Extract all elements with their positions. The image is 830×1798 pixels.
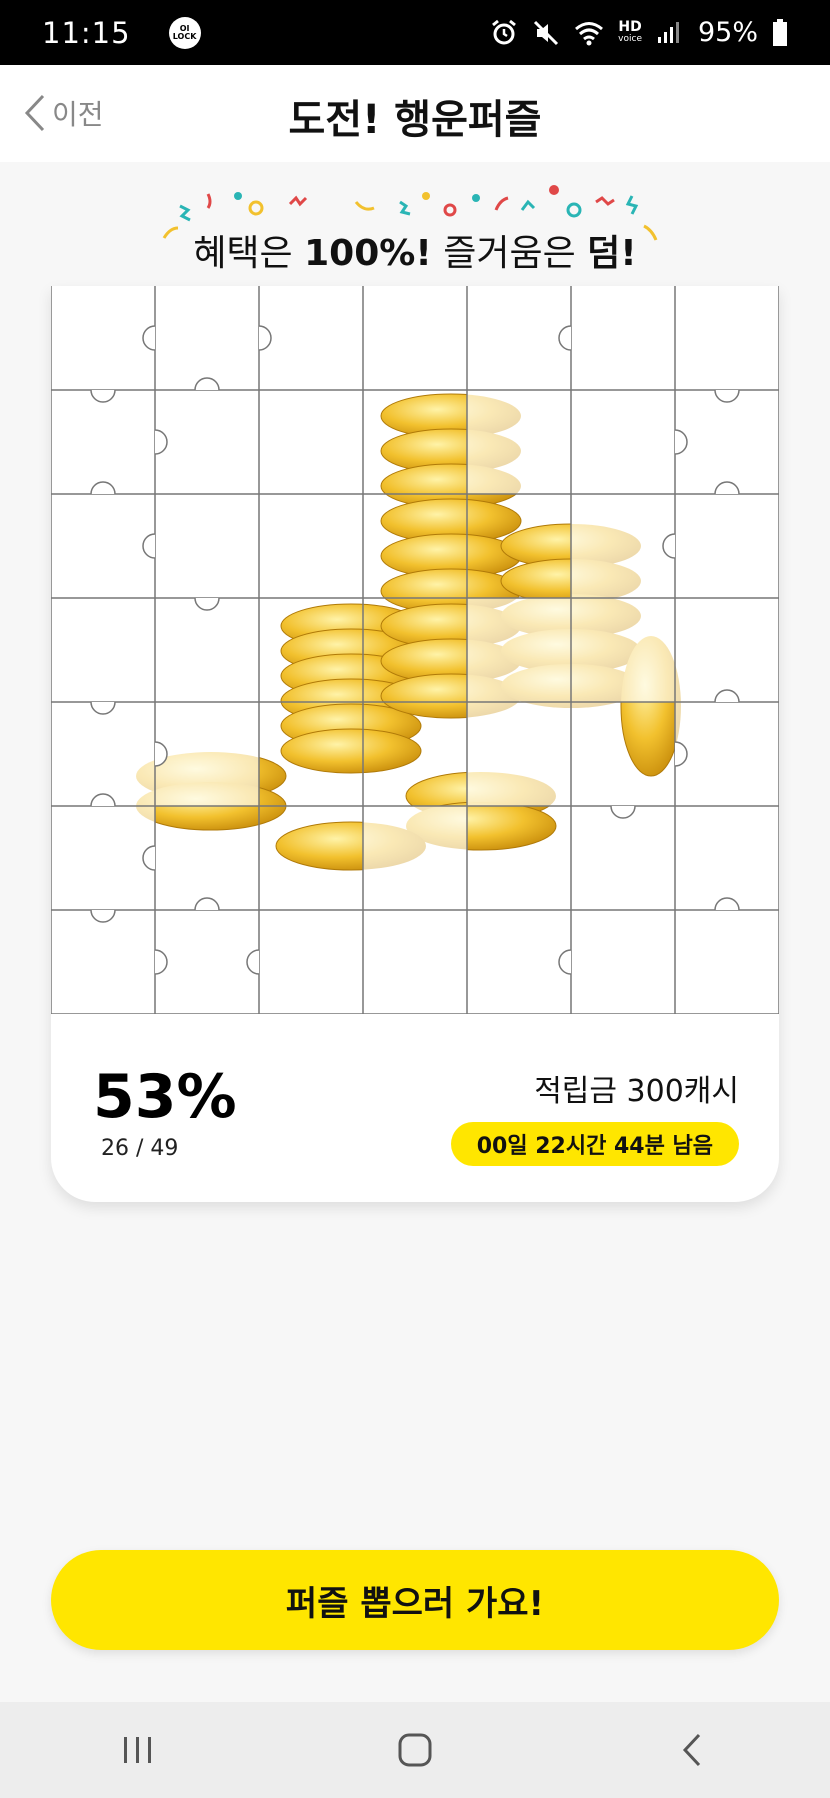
hd-voice-icon: HD voice [618,18,642,44]
app-header: 이전 도전! 행운퍼즐 [0,65,830,162]
status-icons: HD voice 95% [490,17,788,48]
progress-count: 26 / 49 [101,1136,179,1161]
time-remaining-badge: 00일 22시간 44분 남음 [450,1122,739,1166]
back-nav-button[interactable] [632,1710,752,1790]
recent-apps-button[interactable] [78,1710,198,1790]
progress-percent: 53% [93,1062,237,1132]
reward-amount: 적립금 300캐시 [534,1074,739,1109]
puzzle-card: 53% 26 / 49 적립금 300캐시 00일 22시간 44분 남음 [51,286,779,1202]
battery-icon [773,18,787,46]
oilock-app-icon: OI LOCK [168,16,201,49]
mute-icon [534,20,559,45]
home-icon [398,1733,432,1767]
status-time: 11:15 [42,15,131,50]
alarm-icon [492,19,517,44]
status-bar: 11:15 OI LOCK HD voice 95% [0,0,830,65]
banner-slogan: 혜택은 100%! 즐거움은 덤! [193,233,637,274]
system-nav-bar [0,1702,830,1798]
draw-puzzle-button[interactable]: 퍼즐 뽑으러 가요! [51,1550,779,1650]
page-title: 도전! 행운퍼즐 [288,97,542,143]
home-button[interactable] [355,1710,475,1790]
wifi-icon [575,21,604,45]
puzzle-board[interactable] [51,286,779,1014]
recent-apps-icon [124,1737,152,1763]
battery-percent: 95% [697,17,758,48]
banner: 혜택은 100%! 즐거움은 덤! [150,180,680,280]
signal-icon [657,21,679,43]
back-icon [682,1733,700,1767]
